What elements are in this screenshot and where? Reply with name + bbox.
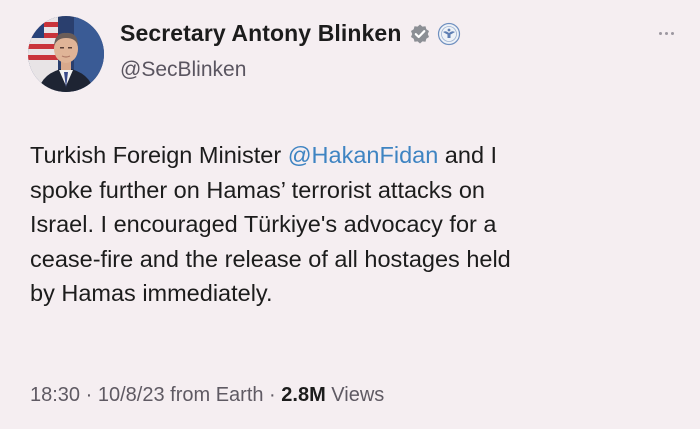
tweet-line-text: and I <box>438 142 498 168</box>
author-display-name[interactable]: Secretary Antony Blinken <box>120 20 401 47</box>
author-name-row: Secretary Antony Blinken <box>120 20 461 47</box>
views-count: 2.8M <box>281 384 326 406</box>
more-icon[interactable] <box>659 32 674 35</box>
tweet-line-text: Turkish Foreign Minister <box>30 142 288 168</box>
tweet-source: from Earth <box>164 384 264 406</box>
avatar-image <box>28 16 104 92</box>
meta-separator: · <box>263 384 282 406</box>
views-label: Views <box>325 384 385 406</box>
tweet-line: by Hamas immediately. <box>30 280 273 306</box>
avatar[interactable] <box>28 16 104 92</box>
tweet-line: cease-fire and the release of all hostag… <box>30 245 511 272</box>
more-dot <box>665 32 668 35</box>
tweet-text: Turkish Foreign Minister @HakanFidan and… <box>30 138 670 311</box>
meta-separator: · <box>80 384 98 406</box>
tweet-line: spoke further on Hamas’ terrorist attack… <box>30 176 485 203</box>
more-dot <box>671 32 674 35</box>
tweet-line: Israel. I encouraged Türkiye's advocacy … <box>30 211 497 237</box>
mention-link[interactable]: @HakanFidan <box>288 142 439 168</box>
tweet-time[interactable]: 18:30 <box>30 384 80 406</box>
verified-badge-icon <box>409 23 431 45</box>
tweet-line: Turkish Foreign Minister @HakanFidan and… <box>30 138 670 173</box>
author-handle[interactable]: @SecBlinken <box>120 58 246 82</box>
tweet-date[interactable]: 10/8/23 <box>98 384 165 406</box>
tweet-card: Secretary Antony Blinken @SecBlinken Tur… <box>0 0 700 429</box>
state-department-seal-icon <box>437 22 461 46</box>
tweet-meta: 18:30 · 10/8/23 from Earth · 2.8M Views <box>30 384 384 407</box>
more-dot <box>659 32 662 35</box>
